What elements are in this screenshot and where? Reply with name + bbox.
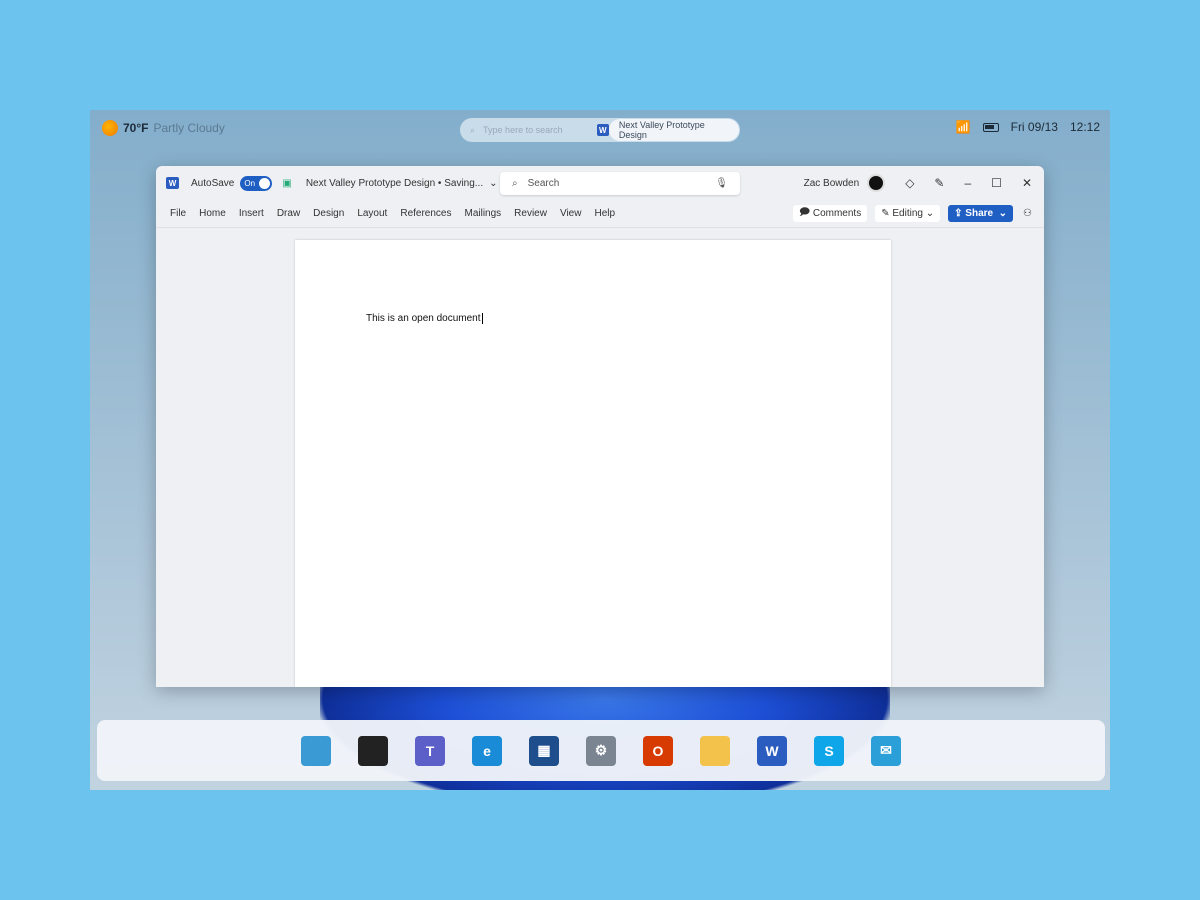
microphone-icon[interactable]: 🎙 bbox=[715, 178, 728, 189]
search-icon: ⌕ bbox=[512, 178, 518, 189]
autosave-toggle[interactable]: On bbox=[240, 175, 273, 191]
copilot-icon[interactable]: ⚇ bbox=[1023, 208, 1032, 219]
weather-condition: Partly Cloudy bbox=[153, 121, 225, 135]
comment-icon: 🗩 bbox=[798, 207, 813, 218]
ribbon-tabs: File Home Insert Draw Design Layout Refe… bbox=[156, 200, 1044, 228]
tab-design[interactable]: Design bbox=[313, 208, 344, 219]
word-icon[interactable]: W bbox=[757, 735, 787, 766]
start-icon[interactable] bbox=[301, 735, 331, 766]
pen-icon[interactable]: ✎ bbox=[934, 176, 944, 190]
tab-insert[interactable]: Insert bbox=[239, 208, 264, 219]
avatar[interactable] bbox=[867, 174, 886, 192]
tab-home[interactable]: Home bbox=[199, 208, 226, 219]
system-tray: 📶 Fri 09/13 12:12 bbox=[956, 120, 1100, 134]
search-icon: ⌕ bbox=[470, 124, 476, 135]
editing-button[interactable]: ✎ Editing ⌄ bbox=[875, 205, 941, 222]
weather-widget[interactable]: 70°F Partly Cloudy bbox=[102, 120, 225, 136]
temperature: 70°F bbox=[123, 121, 149, 135]
tab-view[interactable]: View bbox=[560, 208, 582, 219]
share-button[interactable]: ⇪ Share ⌄ bbox=[948, 205, 1014, 222]
tab-help[interactable]: Help bbox=[594, 208, 615, 219]
save-icon[interactable]: ▣ bbox=[282, 178, 291, 189]
document-page[interactable]: This is an open document bbox=[295, 240, 891, 687]
edge-icon[interactable]: e bbox=[472, 735, 502, 766]
settings-icon[interactable]: ⚙ bbox=[586, 735, 616, 766]
word-icon: W bbox=[596, 124, 609, 136]
search-input[interactable]: ⌕ Search 🎙 bbox=[500, 172, 740, 195]
battery-icon[interactable] bbox=[982, 122, 999, 132]
search-placeholder: Search bbox=[527, 178, 560, 189]
share-icon: ⇪ bbox=[954, 208, 966, 219]
tab-file[interactable]: File bbox=[170, 208, 186, 219]
document-title[interactable]: Next Valley Prototype Design • Saving... bbox=[306, 178, 483, 189]
taskbar: Te ▦ ⚙ O W S ✉ bbox=[97, 720, 1105, 781]
tab-layout[interactable]: Layout bbox=[357, 208, 387, 219]
store-icon[interactable]: ▦ bbox=[529, 735, 559, 766]
pencil-icon: ✎ bbox=[881, 208, 893, 219]
active-document-pill[interactable]: Next Valley Prototype Design bbox=[608, 119, 739, 141]
tab-draw[interactable]: Draw bbox=[277, 208, 300, 219]
taskbar-search[interactable]: ⌕ Type here to search W Next Valley Prot… bbox=[460, 118, 740, 142]
time[interactable]: 12:12 bbox=[1070, 120, 1100, 134]
autosave-label: AutoSave bbox=[191, 177, 235, 189]
task-view-icon[interactable] bbox=[358, 735, 388, 766]
word-window: W AutoSave On ▣ Next Valley Prototype De… bbox=[156, 166, 1044, 687]
window-controls: Zac Bowden ◇ ✎ – ☐ ✕ bbox=[804, 174, 1032, 192]
file-explorer-icon[interactable] bbox=[700, 735, 730, 766]
tab-mailings[interactable]: Mailings bbox=[464, 208, 501, 219]
teams-icon[interactable]: T bbox=[415, 735, 445, 766]
editing-label: Editing bbox=[892, 208, 923, 219]
tab-references[interactable]: References bbox=[400, 208, 451, 219]
wifi-icon[interactable]: 📶 bbox=[956, 120, 971, 134]
date[interactable]: Fri 09/13 bbox=[1011, 120, 1058, 134]
office-icon[interactable]: O bbox=[643, 735, 673, 766]
title-bar: W AutoSave On ▣ Next Valley Prototype De… bbox=[156, 166, 1044, 200]
document-text[interactable]: This is an open document bbox=[366, 313, 483, 324]
top-bar: 70°F Partly Cloudy ⌕ Type here to search… bbox=[90, 110, 1110, 148]
search-placeholder: Type here to search bbox=[483, 125, 563, 135]
share-label: Share bbox=[965, 208, 994, 219]
diamond-icon[interactable]: ◇ bbox=[905, 176, 914, 190]
user-name[interactable]: Zac Bowden bbox=[804, 178, 860, 189]
comments-label: Comments bbox=[812, 208, 862, 219]
skype-icon[interactable]: S bbox=[814, 735, 844, 766]
minimize-button[interactable]: – bbox=[964, 176, 971, 190]
close-button[interactable]: ✕ bbox=[1022, 176, 1032, 190]
partly-cloudy-icon bbox=[102, 120, 118, 136]
maximize-button[interactable]: ☐ bbox=[991, 176, 1002, 190]
mail-icon[interactable]: ✉ bbox=[871, 735, 901, 766]
desktop: 70°F Partly Cloudy ⌕ Type here to search… bbox=[90, 110, 1110, 790]
comments-button[interactable]: 🗩 Comments bbox=[792, 205, 868, 222]
word-icon: W bbox=[166, 177, 179, 189]
chevron-down-icon[interactable]: ⌄ bbox=[489, 178, 497, 189]
tab-review[interactable]: Review bbox=[514, 208, 547, 219]
